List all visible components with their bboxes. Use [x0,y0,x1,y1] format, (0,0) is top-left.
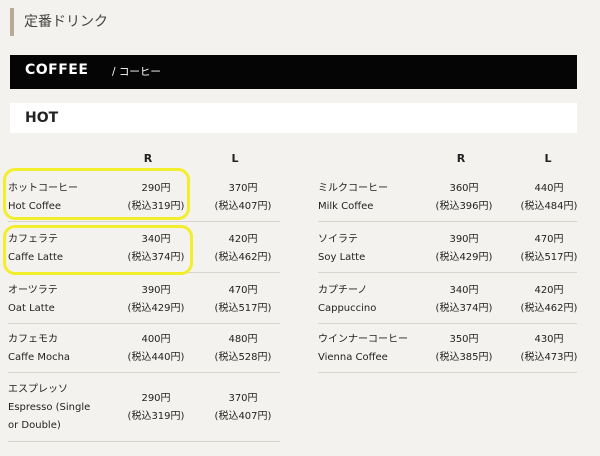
item-name-ja: ホットコーヒー [8,183,78,194]
item-name: オーツラテ Oat Latte [8,282,116,318]
right-col-header-l: L [544,152,552,165]
item-name-ja: ソイラテ [318,234,358,245]
menu-item-vienna-coffee: ウインナーコーヒー Vienna Coffee 350円 (税込385円) 430… [318,331,577,373]
menu-item-caffe-mocha: カフェモカ Caffe Mocha 400円 (税込440円) 480円 (税込52… [8,331,280,373]
section-title: 定番ドリンク [10,8,108,36]
item-name: ソイラテ Soy Latte [318,231,426,267]
item-name-en: Cappuccino [318,303,377,314]
price-l: 470円 (税込517円) [520,234,578,263]
price-l: 480円 (税込528円) [214,334,272,363]
price-l: 370円 (税込407円) [214,183,272,212]
item-name-en: Espresso (Single or Double) [8,402,91,431]
item-name-en: Soy Latte [318,252,366,263]
item-name-ja: ウインナーコーヒー [318,334,408,345]
category-header: COFFEE / コーヒー [10,55,577,89]
menu-item-cappuccino: カプチーノ Cappuccino 340円 (税込374円) 420円 (税込462… [318,282,577,324]
item-name-ja: カプチーノ [318,285,368,296]
menu-item-milk-coffee: ミルクコーヒー Milk Coffee 360円 (税込396円) 440円 (税込… [318,180,577,222]
left-col-header-l: L [231,152,239,165]
price-l: 470円 (税込517円) [214,285,272,314]
item-name-en: Milk Coffee [318,201,374,212]
price-r: 350円 (税込385円) [435,334,493,363]
price-l: 430円 (税込473円) [520,334,578,363]
price-r: 340円 (税込374円) [435,285,493,314]
menu-item-caffe-latte: カフェラテ Caffe Latte 340円 (税込374円) 420円 (税込46… [8,231,280,273]
item-name: ミルクコーヒー Milk Coffee [318,180,426,216]
price-r: 290円 (税込319円) [127,183,185,212]
price-l: 370円 (税込407円) [214,393,272,422]
item-name: カフェモカ Caffe Mocha [8,331,116,367]
price-r: 390円 (税込429円) [127,285,185,314]
menu-item-hot-coffee: ホットコーヒー Hot Coffee 290円 (税込319円) 370円 (税込4… [8,180,280,222]
menu-item-espresso: エスプレッソ Espresso (Single or Double) 290円(… [8,381,280,442]
item-name-ja: カフェラテ [8,234,58,245]
item-name: カプチーノ Cappuccino [318,282,426,318]
item-name-ja: カフェモカ [8,334,58,345]
price-r: 400円 (税込440円) [127,334,185,363]
left-col-header-r: R [143,152,153,165]
price-r: 390円 (税込429円) [435,234,493,263]
category-subtitle: / コーヒー [112,66,161,78]
menu-item-oat-latte: オーツラテ Oat Latte 390円 (税込429円) 470円 (税込517円… [8,282,280,324]
item-name-en: Caffe Mocha [8,352,71,363]
item-name-en: Oat Latte [8,303,55,314]
item-name: エスプレッソ Espresso (Single or Double) [8,381,98,435]
item-name-ja: ミルクコーヒー [318,183,388,194]
item-name: ホットコーヒー Hot Coffee [8,180,116,216]
item-name: ウインナーコーヒー Vienna Coffee [318,331,426,367]
price-l: 440円 (税込484円) [520,183,578,212]
right-col-header-r: R [456,152,466,165]
item-name-en: Hot Coffee [8,201,62,212]
item-name-ja: エスプレッソ [8,384,68,395]
item-name-en: Vienna Coffee [318,352,388,363]
hot-header: HOT [10,103,577,133]
price-r: 290円 (税込319円) [127,393,185,422]
item-name: カフェラテ Caffe Latte [8,231,116,267]
price-r: 340円 (税込374円) [127,234,185,263]
price-l: 420円 (税込462円) [214,234,272,263]
item-name-ja: オーツラテ [8,285,58,296]
item-name-en: Caffe Latte [8,252,64,263]
menu-item-soy-latte: ソイラテ Soy Latte 390円 (税込429円) 470円 (税込517円) [318,231,577,273]
price-r: 360円 (税込396円) [435,183,493,212]
category-title: COFFEE [25,62,89,78]
hot-label: HOT [25,110,59,126]
price-l: 420円 (税込462円) [520,285,578,314]
